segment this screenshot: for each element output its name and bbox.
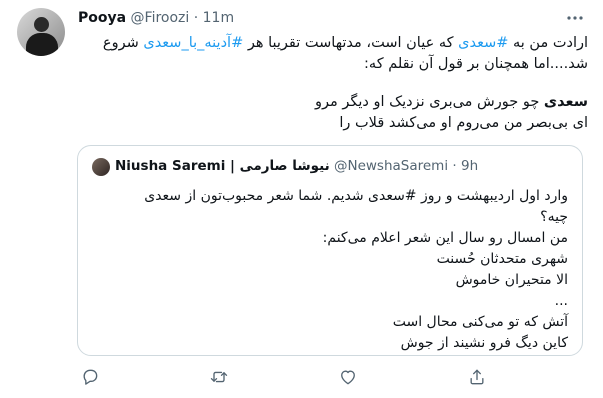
quoted-text-line: وارد اول اردیبهشت و روز #سعدی شدیم. شما … xyxy=(144,188,568,204)
quoted-header: Niusha Saremi | نیوشا صارمی @NewshaSarem… xyxy=(115,158,478,174)
tweet-time[interactable]: 11m xyxy=(203,10,234,26)
poet-name: سعدی xyxy=(543,94,588,110)
avatar[interactable] xyxy=(17,8,65,56)
hashtag-adine[interactable]: #آدینه_با_سعدی xyxy=(143,35,243,51)
tweet-text-line-1: ارادت من به #سعدی که عیان است، مدتهاست ت… xyxy=(78,33,588,54)
retweet-icon-svg xyxy=(210,371,228,383)
share-icon[interactable] xyxy=(467,367,487,387)
like-icon-svg xyxy=(341,370,355,385)
quoted-text-line: آتش که تو می‌کنی محال است xyxy=(392,314,568,330)
quoted-tweet[interactable]: Niusha Saremi | نیوشا صارمی @NewshaSarem… xyxy=(77,145,583,356)
quoted-text-line: ... xyxy=(554,293,568,309)
quoted-time[interactable]: 9h xyxy=(461,158,478,174)
share-icon-svg xyxy=(470,369,484,385)
retweet-icon[interactable] xyxy=(209,367,229,387)
like-icon[interactable] xyxy=(338,367,358,387)
tweet[interactable]: Pooya @Firoozi · 11m ارادت من به #سعدی ک… xyxy=(0,0,603,398)
quoted-text-line: الا متحیران خاموش xyxy=(455,272,568,288)
tweet-text-line-2: شد....اما همچنان بر قول آن نقلم که: xyxy=(364,56,588,72)
quoted-avatar[interactable] xyxy=(92,158,110,176)
tweet-text-line-3: سعدی چو جورش می‌بری نزدیک او دیگر مرو xyxy=(78,92,588,113)
more-icon-svg xyxy=(567,16,583,20)
quoted-text-line: شهری متحدثان حُسنت xyxy=(436,251,568,267)
author-name[interactable]: Pooya xyxy=(78,10,126,26)
reply-icon-svg xyxy=(83,369,98,385)
quoted-author-name[interactable]: Niusha Saremi | نیوشا صارمی xyxy=(115,158,330,174)
hashtag-sadi[interactable]: #سعدی xyxy=(458,35,508,51)
tweet-text-line-4: ای بی‌بصر من می‌روم او می‌کشد قلاب را xyxy=(339,115,588,131)
quoted-text-line: چیه؟ xyxy=(540,209,568,225)
action-bar xyxy=(0,367,603,387)
quoted-author-handle[interactable]: @NewshaSaremi xyxy=(334,158,448,174)
reply-icon[interactable] xyxy=(80,367,100,387)
avatar-body xyxy=(26,33,58,56)
tweet-text-part: چو جورش می‌بری نزدیک او دیگر مرو xyxy=(314,94,544,110)
quoted-text-line: کاین دیگ فرو نشیند از جوش xyxy=(400,335,568,351)
tweet-header: Pooya @Firoozi · 11m xyxy=(78,10,234,26)
separator-dot: · xyxy=(193,10,199,26)
separator-dot: · xyxy=(452,158,457,174)
quoted-text-line: من امسال رو سال این شعر اعلام می‌کنم: xyxy=(322,230,568,246)
tweet-text-part: شروع xyxy=(102,35,144,51)
avatar-head xyxy=(34,17,49,32)
author-handle[interactable]: @Firoozi xyxy=(131,10,190,26)
tweet-text-part: ارادت من به xyxy=(508,35,588,51)
more-icon[interactable] xyxy=(565,8,585,33)
tweet-text-part: که عیان است، مدتهاست تقریبا هر xyxy=(243,35,459,51)
